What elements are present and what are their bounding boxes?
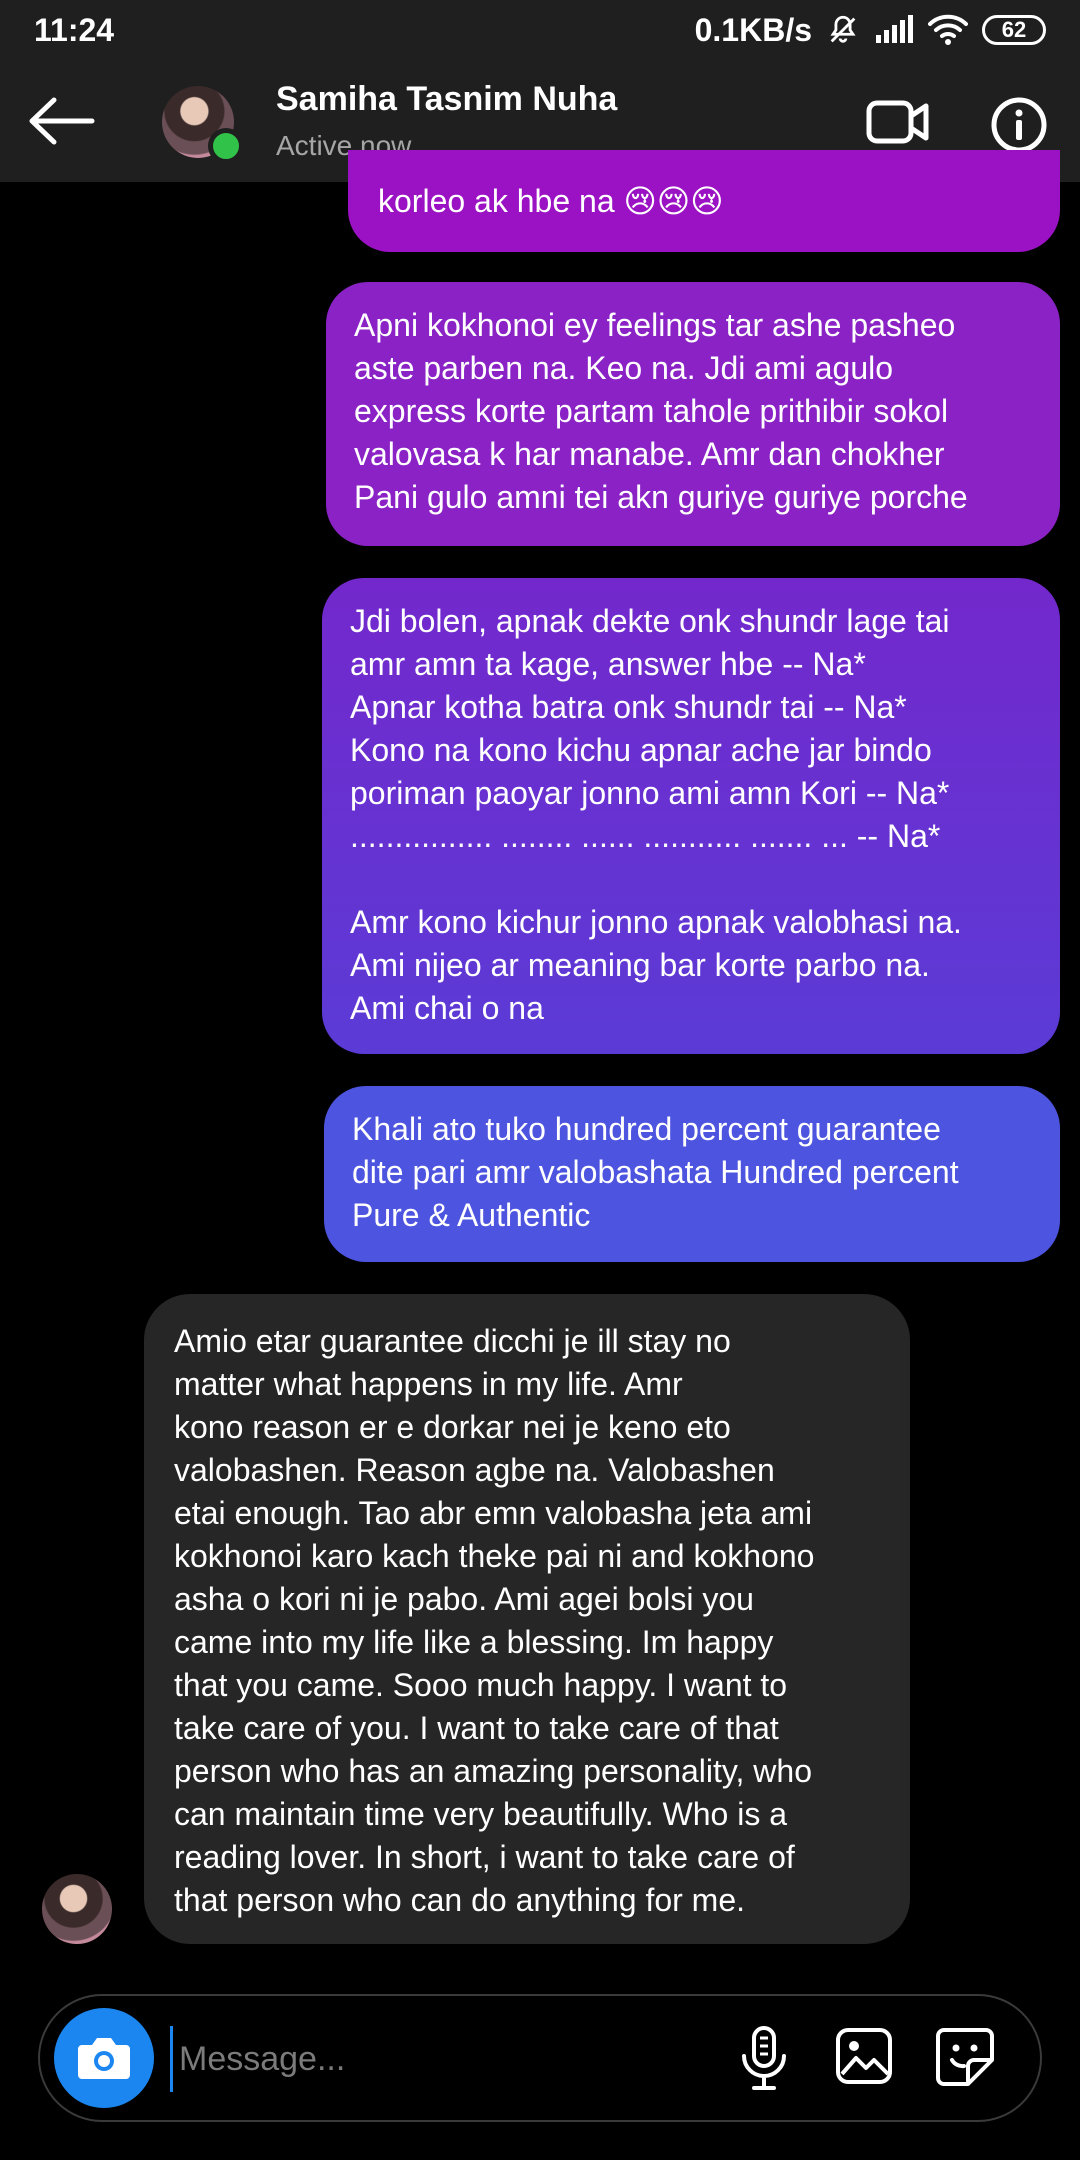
- camera-icon: [78, 2038, 130, 2079]
- mute-icon: [830, 15, 856, 43]
- sender-avatar[interactable]: [42, 1874, 112, 1944]
- sticker-icon[interactable]: [934, 2026, 996, 2088]
- message-composer: [38, 1994, 1042, 2122]
- status-time: 11:24: [34, 11, 115, 48]
- message-bubble-sent[interactable]: Apni kokhonoi ey feelings tar ashe pashe…: [326, 282, 1060, 546]
- microphone-icon[interactable]: [736, 2024, 792, 2092]
- status-icons: 0.1KB/s 62: [695, 12, 1046, 49]
- info-icon[interactable]: [990, 96, 1048, 154]
- message-bubble-sent[interactable]: Khali ato tuko hundred percent guarantee…: [324, 1086, 1060, 1262]
- message-input[interactable]: [170, 2026, 741, 2092]
- back-arrow-icon[interactable]: [26, 96, 96, 146]
- video-call-icon[interactable]: [866, 98, 930, 146]
- wifi-icon: [928, 14, 968, 45]
- message-bubble-sent[interactable]: Jdi bolen, apnak dekte onk shundr lage t…: [322, 578, 1060, 1054]
- message-bubble-sent[interactable]: korleo ak hbe na 😢😢😢: [348, 150, 1060, 252]
- camera-button[interactable]: [54, 2008, 154, 2108]
- online-indicator: [208, 128, 244, 164]
- contact-avatar[interactable]: [162, 86, 244, 164]
- contact-name[interactable]: Samiha Tasnim Nuha: [276, 80, 617, 119]
- battery-level: 62: [982, 15, 1046, 45]
- network-speed: 0.1KB/s: [694, 11, 812, 48]
- gallery-icon[interactable]: [834, 2026, 894, 2086]
- status-bar: 11:24 0.1KB/s 62: [0, 0, 1080, 60]
- message-bubble-received[interactable]: Amio etar guarantee dicchi je ill stay n…: [144, 1294, 910, 1944]
- signal-icon: [876, 15, 913, 43]
